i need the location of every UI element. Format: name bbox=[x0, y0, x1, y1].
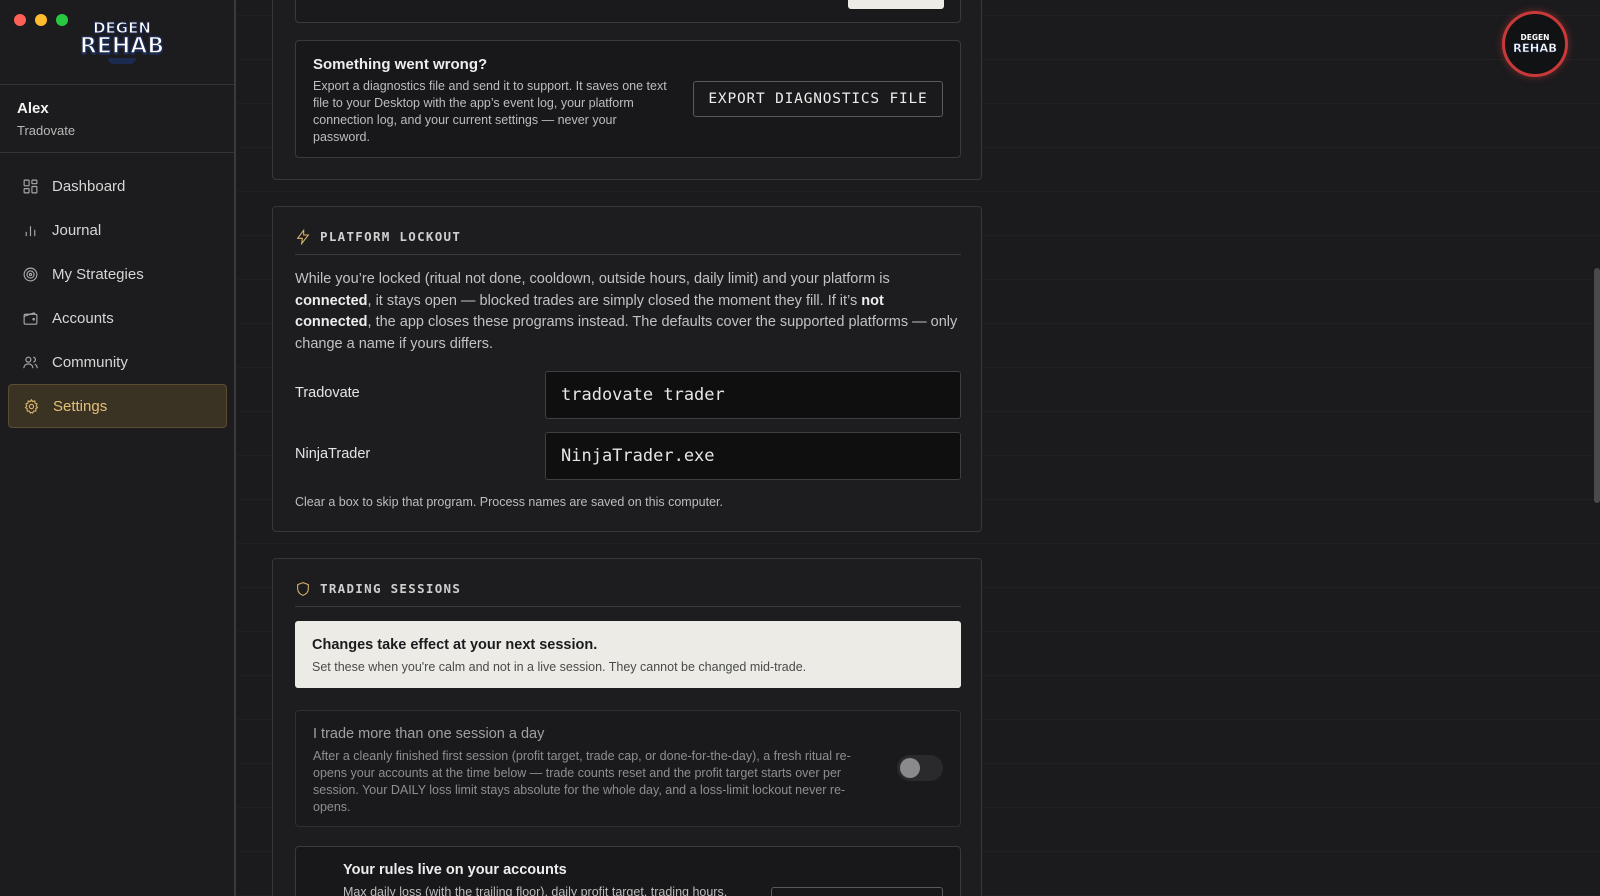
lockout-description: While you’re locked (ritual not done, co… bbox=[295, 271, 958, 352]
tradovate-process-input[interactable]: tradovate trader bbox=[545, 371, 961, 419]
shield-icon bbox=[297, 582, 309, 596]
lightning-icon bbox=[296, 229, 310, 245]
multi-session-description: After a cleanly finished first session (… bbox=[313, 749, 851, 814]
app-logo: DEGEN REHAB bbox=[72, 20, 172, 66]
sidebar-item-journal[interactable]: Journal bbox=[8, 208, 227, 252]
multi-session-card: I trade more than one session a day Afte… bbox=[295, 710, 961, 827]
sidebar-nav: Dashboard Journal My Strategies Accounts… bbox=[8, 164, 227, 428]
diagnostics-card: Something went wrong? Export a diagnosti… bbox=[295, 40, 961, 158]
multi-session-title: I trade more than one session a day bbox=[313, 726, 545, 742]
previous-setting-row bbox=[295, 0, 961, 23]
diagnostics-description: Export a diagnostics file and send it to… bbox=[313, 79, 667, 144]
sidebar-item-accounts[interactable]: Accounts bbox=[8, 296, 227, 340]
user-info: Alex Tradovate bbox=[17, 100, 75, 138]
sidebar-item-label: My Strategies bbox=[52, 265, 144, 283]
sidebar-item-label: Community bbox=[52, 353, 128, 371]
user-name: Alex bbox=[17, 100, 49, 117]
tradovate-label: Tradovate bbox=[295, 385, 360, 401]
ninjatrader-label: NinjaTrader bbox=[295, 446, 371, 462]
divider bbox=[0, 84, 234, 85]
bar-chart-icon bbox=[25, 225, 36, 236]
diagnostics-title: Something went wrong? bbox=[313, 56, 488, 73]
sidebar-item-label: Accounts bbox=[52, 309, 114, 327]
platform-lockout-panel: PLATFORM LOCKOUT While you’re locked (ri… bbox=[272, 206, 982, 532]
avatar[interactable]: DEGEN REHAB bbox=[1502, 11, 1568, 77]
multi-session-toggle[interactable] bbox=[897, 755, 943, 781]
rules-button[interactable] bbox=[771, 887, 943, 896]
section-title: TRADING SESSIONS bbox=[320, 581, 462, 596]
users-icon bbox=[23, 356, 38, 368]
target-icon bbox=[23, 267, 38, 281]
rules-card: Your rules live on your accounts Max dai… bbox=[295, 846, 961, 896]
notice-title: Changes take effect at your next session… bbox=[312, 637, 598, 653]
sidebar-item-settings[interactable]: Settings bbox=[8, 384, 227, 428]
wallet-icon bbox=[23, 311, 38, 325]
maximize-window-button[interactable] bbox=[56, 14, 68, 26]
trading-sessions-panel: TRADING SESSIONS Changes take effect at … bbox=[272, 558, 982, 896]
sidebar-item-dashboard[interactable]: Dashboard bbox=[8, 164, 227, 208]
support-panel: Something went wrong? Export a diagnosti… bbox=[272, 0, 982, 180]
divider bbox=[0, 152, 234, 153]
sidebar-item-community[interactable]: Community bbox=[8, 340, 227, 384]
sidebar-item-my-strategies[interactable]: My Strategies bbox=[8, 252, 227, 296]
rules-description: Max daily loss (with the trailing floor)… bbox=[343, 885, 728, 896]
section-title: PLATFORM LOCKOUT bbox=[320, 229, 462, 244]
notice-subtitle: Set these when you're calm and not in a … bbox=[312, 660, 807, 674]
sidebar-item-label: Dashboard bbox=[52, 177, 126, 195]
sidebar-item-label: Journal bbox=[52, 221, 102, 239]
sidebar-item-label: Settings bbox=[53, 397, 108, 415]
close-window-button[interactable] bbox=[14, 14, 26, 26]
ninjatrader-process-input[interactable]: NinjaTrader.exe bbox=[545, 432, 961, 480]
previous-setting-button[interactable] bbox=[848, 0, 944, 9]
session-notice: Changes take effect at your next session… bbox=[295, 621, 961, 688]
window-controls bbox=[14, 14, 68, 26]
dashboard-icon bbox=[23, 179, 38, 193]
section-header: TRADING SESSIONS bbox=[295, 581, 961, 607]
gear-icon bbox=[24, 398, 39, 414]
toggle-knob bbox=[900, 758, 920, 778]
export-diagnostics-button[interactable]: EXPORT DIAGNOSTICS FILE bbox=[693, 81, 943, 117]
app-window: DEGEN REHAB Alex Tradovate Dashboard Jou… bbox=[0, 0, 1600, 896]
user-platform: Tradovate bbox=[17, 123, 76, 138]
minimize-window-button[interactable] bbox=[35, 14, 47, 26]
lockout-hint: Clear a box to skip that program. Proces… bbox=[295, 495, 723, 509]
sidebar: DEGEN REHAB Alex Tradovate Dashboard Jou… bbox=[0, 0, 236, 896]
scrollbar[interactable] bbox=[1594, 268, 1600, 503]
rules-title: Your rules live on your accounts bbox=[343, 862, 567, 878]
section-header: PLATFORM LOCKOUT bbox=[295, 229, 961, 255]
